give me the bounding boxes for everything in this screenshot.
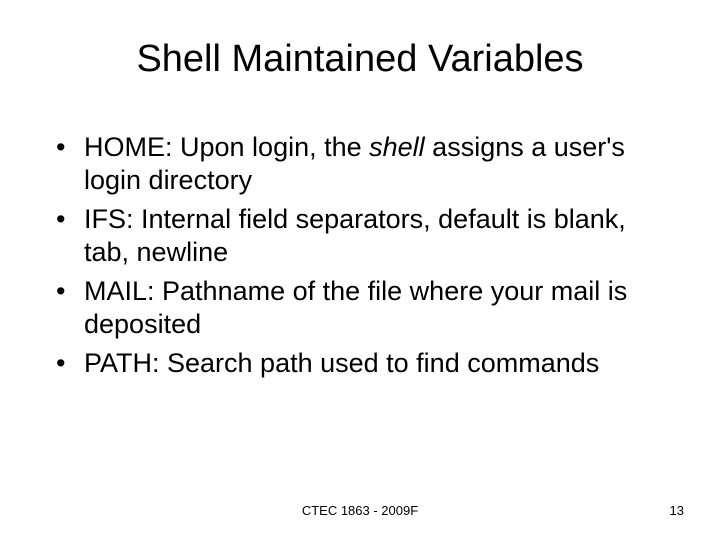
list-item: MAIL: Pathname of the file where your ma…	[50, 275, 670, 341]
bullet-text-pre: PATH: Search path used to find commands	[84, 348, 599, 378]
page-number: 13	[670, 503, 684, 518]
list-item: HOME: Upon login, the shell assigns a us…	[50, 131, 670, 197]
bullet-text-em: shell	[369, 132, 425, 162]
bullet-text-pre: MAIL: Pathname of the file where your ma…	[84, 276, 627, 339]
list-item: IFS: Internal field separators, default …	[50, 203, 670, 269]
slide: Shell Maintained Variables HOME: Upon lo…	[0, 0, 720, 540]
footer-text: CTEC 1863 - 2009F	[0, 503, 720, 518]
slide-title: Shell Maintained Variables	[50, 38, 670, 81]
list-item: PATH: Search path used to find commands	[50, 347, 670, 380]
bullet-text-pre: IFS: Internal field separators, default …	[84, 204, 626, 267]
bullet-list: HOME: Upon login, the shell assigns a us…	[50, 131, 670, 380]
bullet-text-pre: HOME: Upon login, the	[84, 132, 369, 162]
